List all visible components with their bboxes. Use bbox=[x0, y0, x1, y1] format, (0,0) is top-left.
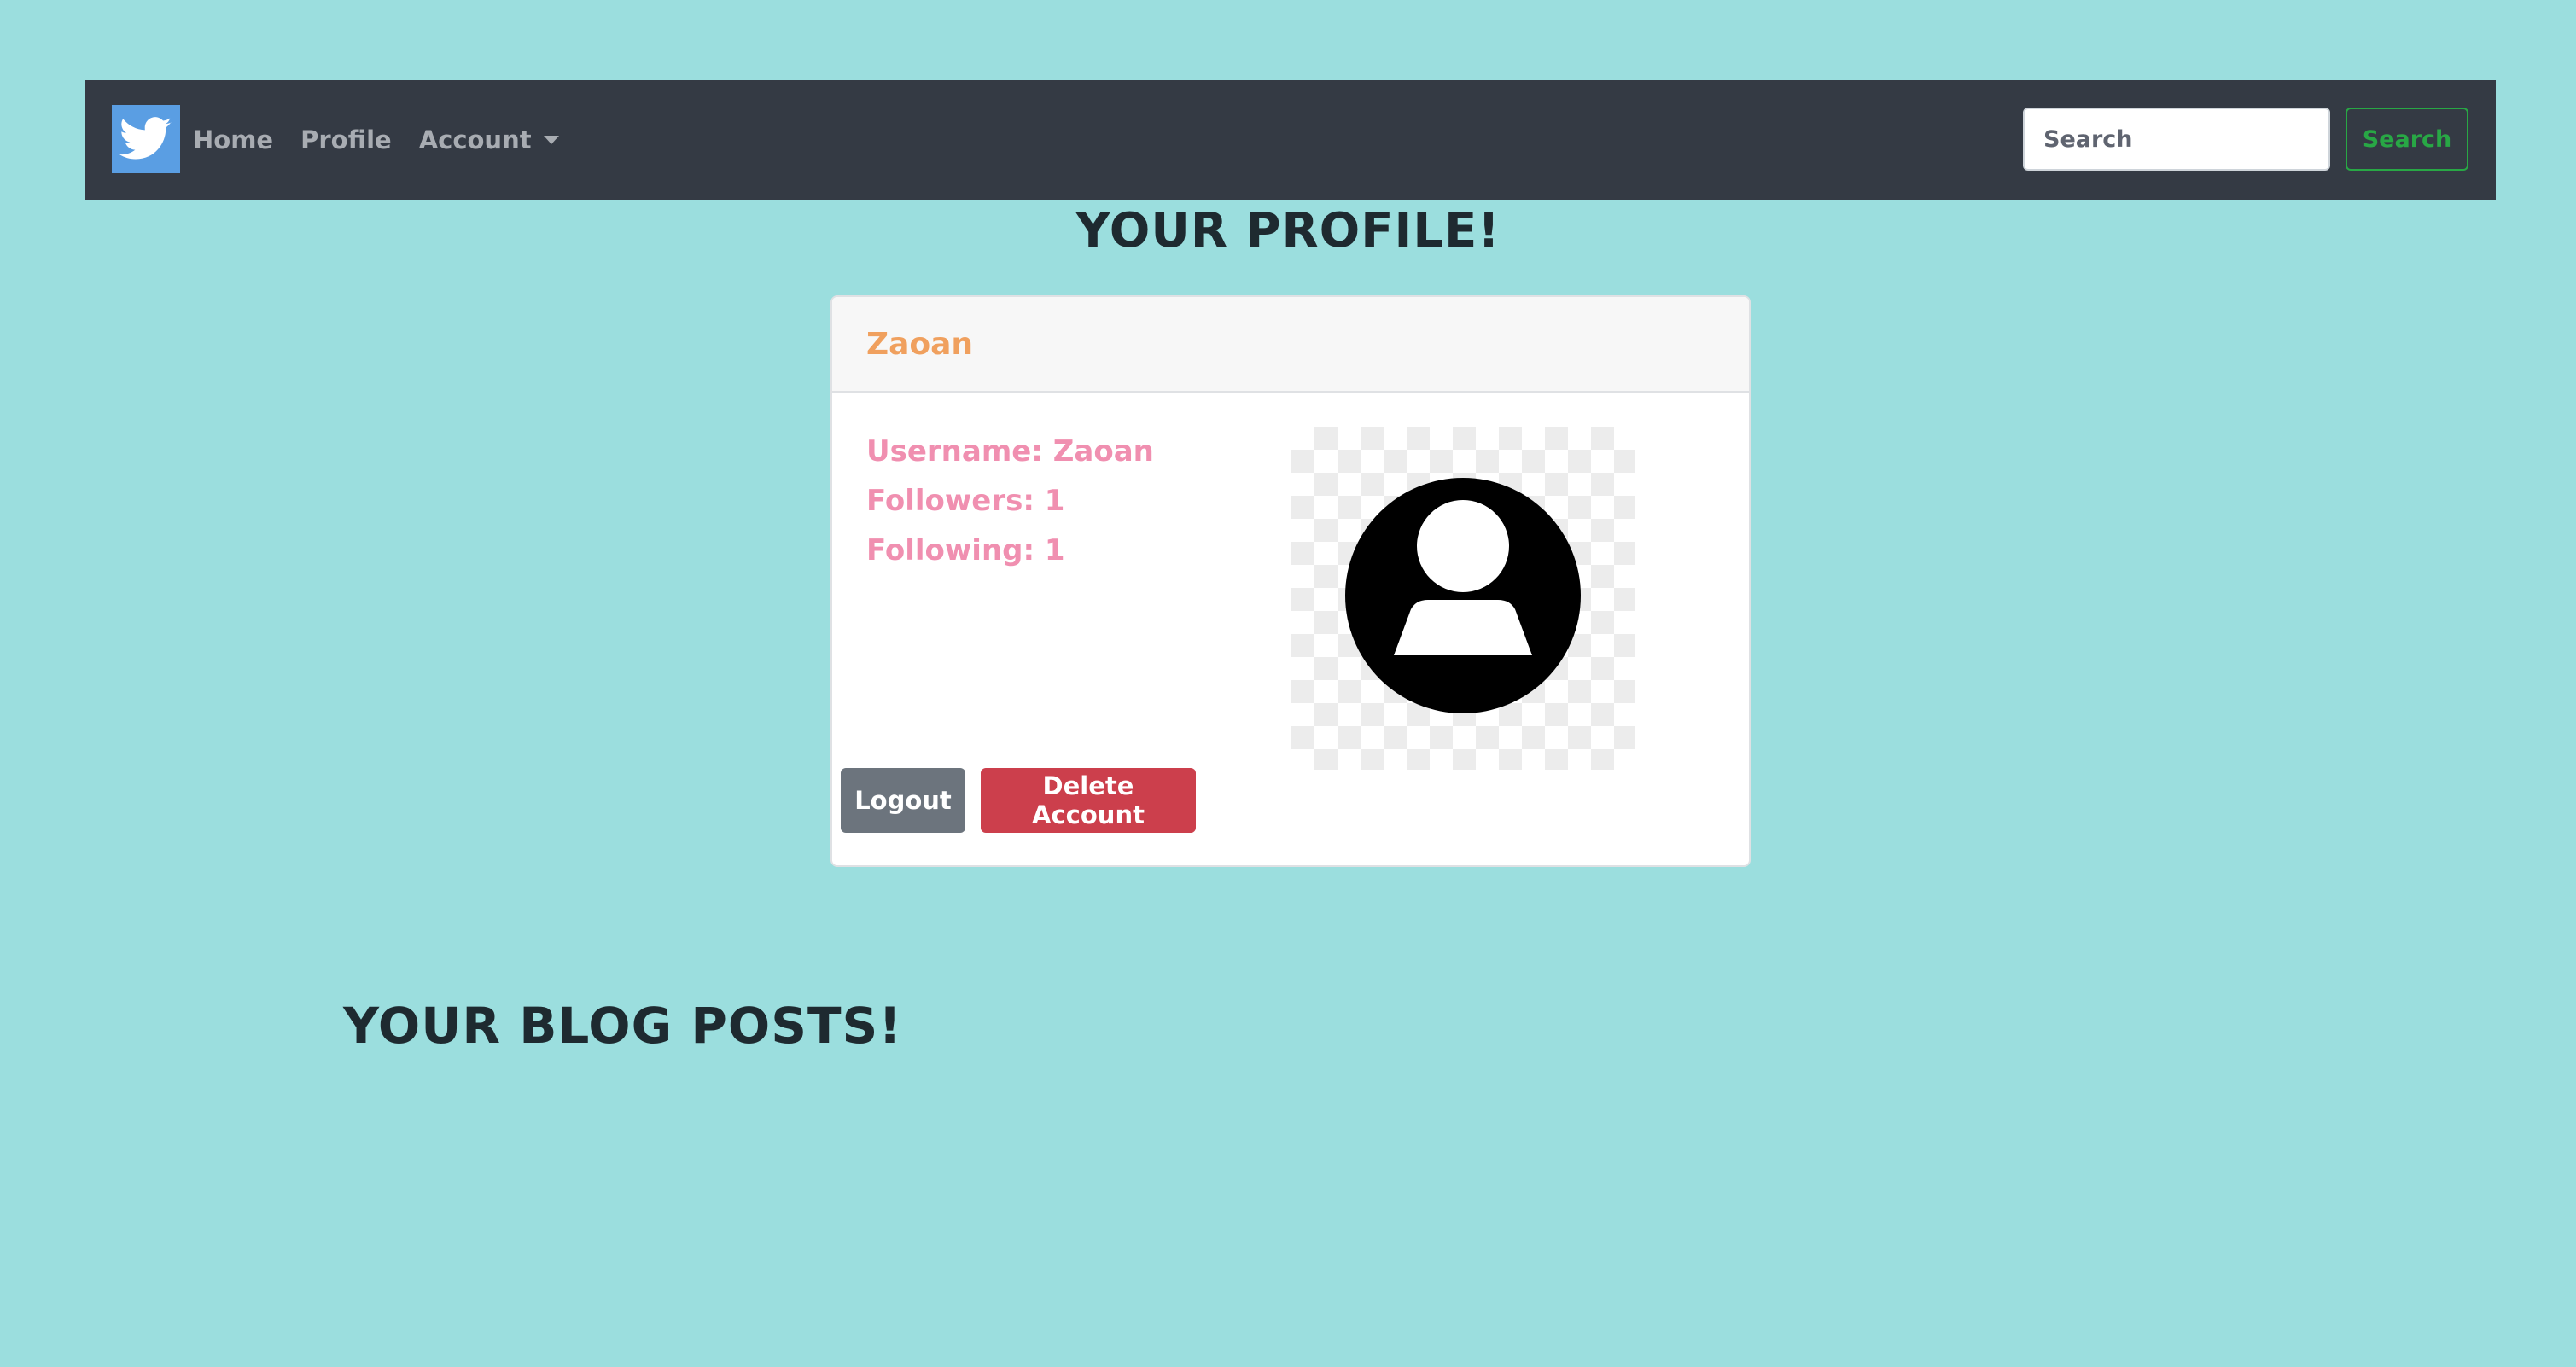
profile-username: Username: Zaoan bbox=[866, 434, 1154, 468]
profile-following: Following: 1 bbox=[866, 533, 1065, 567]
nav-account-dropdown[interactable]: Account bbox=[419, 125, 559, 154]
delete-account-button[interactable]: Delete Account bbox=[981, 768, 1196, 833]
nav-home-link[interactable]: Home bbox=[193, 125, 273, 154]
navbar: Home Profile Account Search bbox=[85, 80, 2496, 200]
page-title: YOUR PROFILE! bbox=[1075, 203, 1501, 259]
profile-info: Username: Zaoan Followers: 1 Following: … bbox=[866, 427, 1154, 575]
profile-card: Zaoan Username: Zaoan Followers: 1 Follo… bbox=[830, 295, 1751, 867]
default-user-avatar-icon bbox=[1345, 478, 1581, 713]
avatar bbox=[1291, 427, 1635, 770]
caret-down-icon bbox=[543, 136, 559, 144]
profile-card-header: Zaoan bbox=[832, 297, 1749, 393]
search-button[interactable]: Search bbox=[2346, 108, 2468, 171]
profile-followers: Followers: 1 bbox=[866, 484, 1065, 518]
search-input[interactable] bbox=[2023, 108, 2330, 171]
blog-posts-title: YOUR BLOG POSTS! bbox=[343, 997, 902, 1055]
logout-button[interactable]: Logout bbox=[841, 768, 965, 833]
brand-logo[interactable] bbox=[112, 105, 180, 173]
nav-profile-link[interactable]: Profile bbox=[300, 125, 392, 154]
twitter-bird-icon bbox=[119, 117, 172, 160]
nav-account-label: Account bbox=[418, 125, 532, 154]
profile-name: Zaoan bbox=[866, 326, 974, 362]
nav-links: Home Profile Account bbox=[193, 80, 559, 200]
